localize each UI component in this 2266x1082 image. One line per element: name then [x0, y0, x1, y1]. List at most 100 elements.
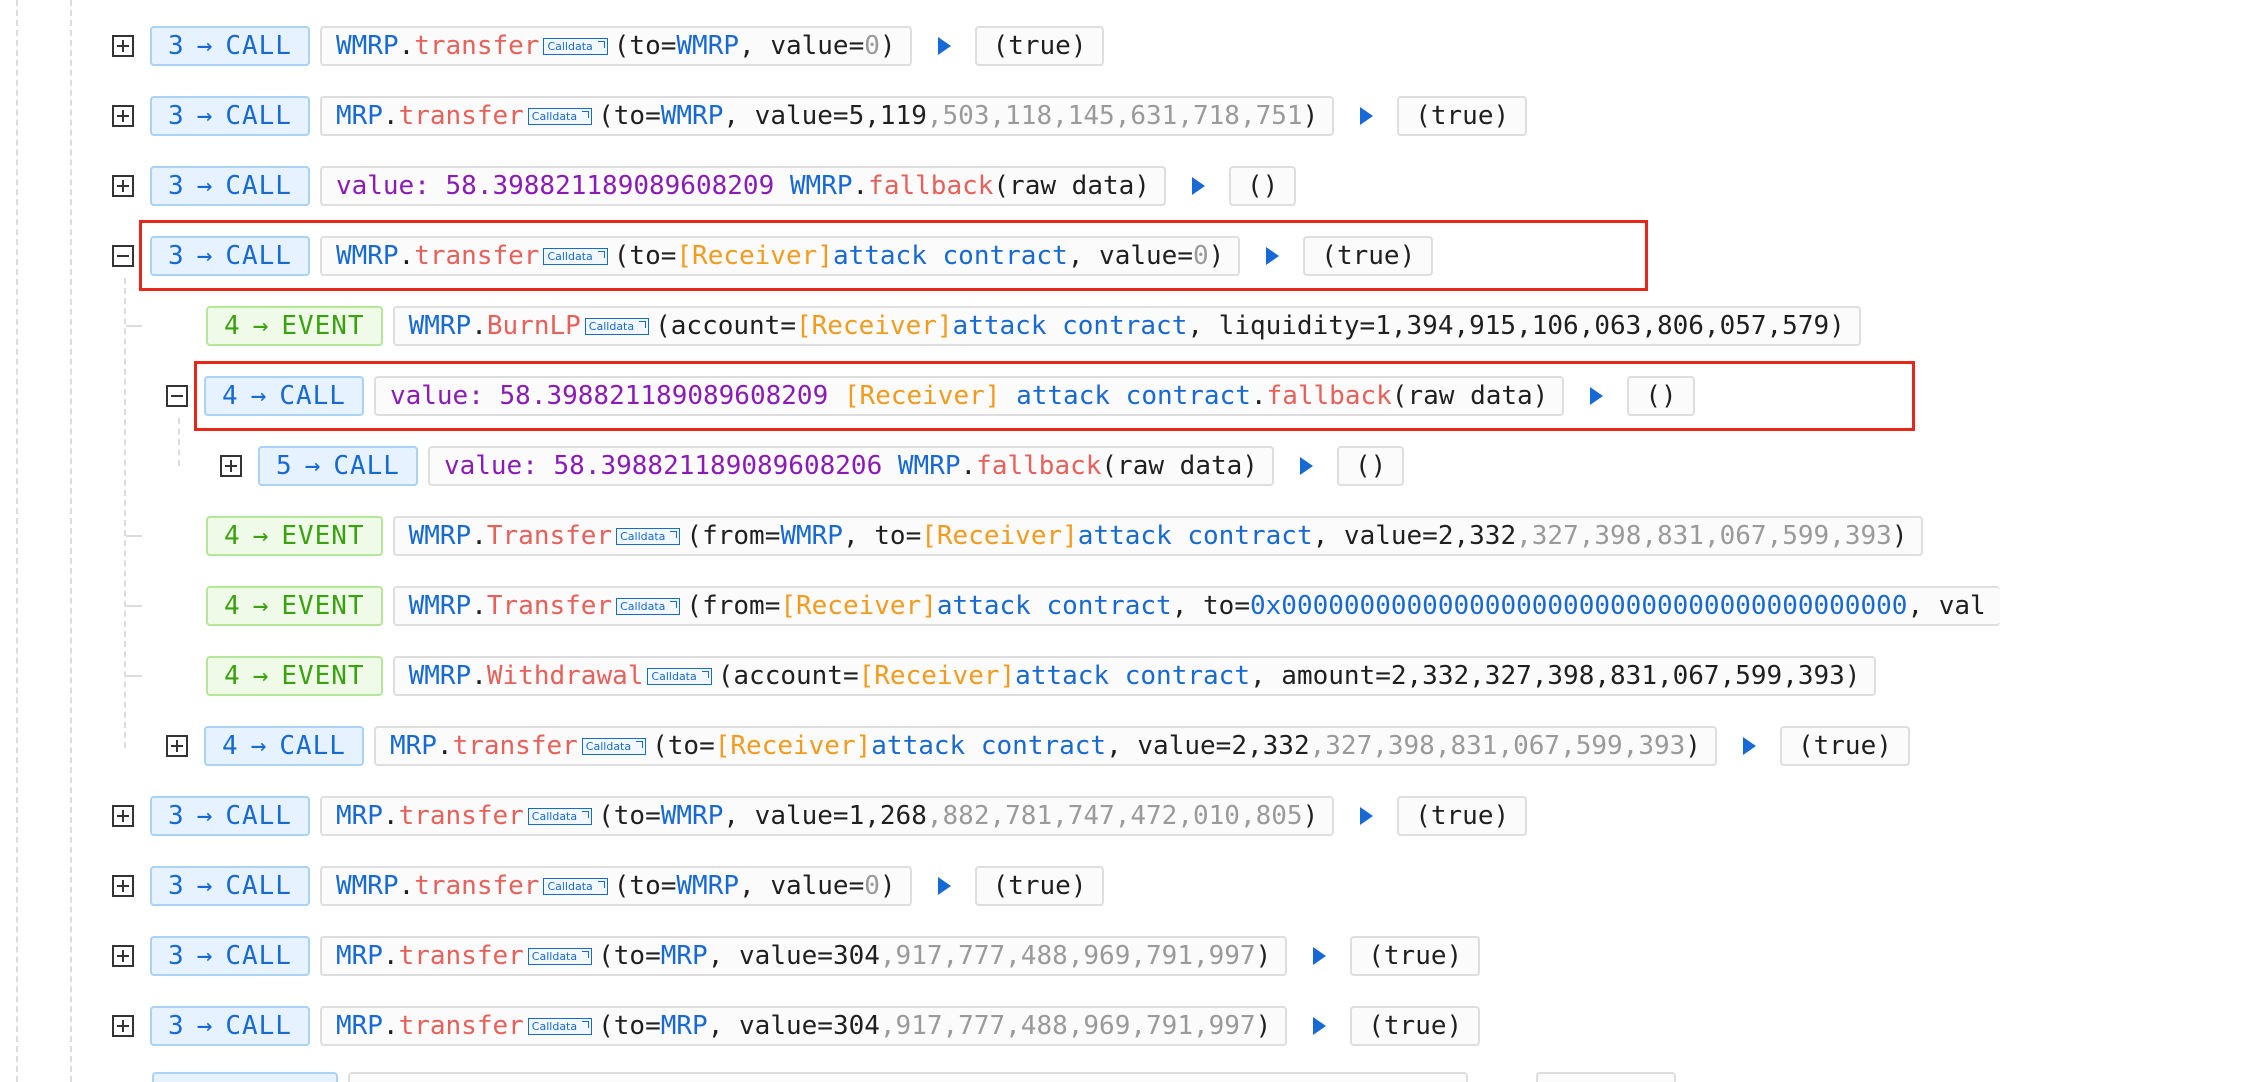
expand-toggle[interactable] [112, 1015, 134, 1037]
call-summary[interactable]: WMRP. transfer Calldata (to= WMRP, value= 0) [319, 26, 912, 66]
contract-link[interactable]: WMRP [336, 871, 399, 901]
event-summary[interactable]: WMRP. Transfer Calldata (from= WMRP, to= [Rec… [392, 516, 1924, 556]
play-icon[interactable] [1742, 737, 1756, 755]
calldata-link-icon[interactable]: Calldata [584, 317, 650, 335]
contract-link[interactable]: MRP [390, 731, 437, 761]
method-name[interactable]: transfer [399, 941, 524, 971]
contract-link[interactable]: WMRP [898, 451, 961, 481]
calldata-link-icon[interactable]: Calldata [527, 807, 593, 825]
address-link[interactable]: WMRP [780, 521, 843, 551]
address-link[interactable]: attack contract [953, 311, 1188, 341]
expand-toggle[interactable] [112, 175, 134, 197]
expand-toggle[interactable] [112, 945, 134, 967]
call-depth-badge: 5 → CALL [258, 446, 418, 486]
call-summary[interactable]: WMRP. transfer Calldata (to= WMRP, value= 0) [319, 866, 912, 906]
contract-link[interactable]: WMRP [790, 171, 853, 201]
contract-link[interactable]: WMRP [409, 591, 472, 621]
play-icon[interactable] [937, 37, 951, 55]
call-trace-tree: 3 → CALL WMRP. transfer Calldata (to= WMRP, va… [0, 0, 2266, 1082]
event-summary[interactable]: WMRP. BurnLP Calldata (account= [Receiver] at… [392, 306, 1861, 346]
call-summary[interactable]: MRP. transfer Calldata (to= MRP, value= 304,9… [319, 1006, 1288, 1046]
expand-toggle[interactable] [112, 105, 134, 127]
address-link[interactable]: MRP [661, 1011, 708, 1041]
address-link[interactable]: WMRP [676, 31, 739, 61]
tree-guide-line [124, 278, 126, 748]
contract-link[interactable]: WMRP [409, 521, 472, 551]
trace-row: 3 → CALL MRP. transfer Calldata (to= MRP, valu… [112, 934, 1481, 978]
trace-row: 4 → CALL MRP. transfer Calldata (to= [Receiver… [166, 724, 1910, 768]
contract-link[interactable]: MRP [336, 941, 383, 971]
calldata-link-icon[interactable]: Calldata [543, 877, 608, 895]
calldata-link-icon[interactable]: Calldata [527, 1017, 593, 1035]
play-icon[interactable] [1191, 177, 1205, 195]
expand-toggle[interactable] [112, 805, 134, 827]
method-name[interactable]: transfer [414, 871, 539, 901]
event-summary[interactable]: WMRP. Withdrawal Calldata (account= [Receive… [392, 656, 1877, 696]
method-name[interactable]: transfer [399, 101, 524, 131]
address-link[interactable]: attack contract [1015, 661, 1250, 691]
collapse-toggle[interactable] [166, 385, 188, 407]
call-summary[interactable]: MRP. transfer Calldata (to= [Receiver] attack… [373, 726, 1717, 766]
tree-guide-line [70, 0, 72, 1082]
event-name[interactable]: Transfer [487, 591, 612, 621]
event-summary[interactable]: WMRP. Transfer Calldata (from= [Receiver] att… [392, 586, 2000, 626]
calldata-link-icon[interactable]: Calldata [647, 667, 712, 685]
address-link[interactable]: WMRP [661, 101, 724, 131]
call-depth-badge: 3 → CALL [150, 26, 310, 66]
address-link[interactable]: WMRP [676, 871, 739, 901]
expand-toggle[interactable] [166, 735, 188, 757]
event-name[interactable]: BurnLP [487, 311, 581, 341]
expand-toggle[interactable] [112, 35, 134, 57]
expand-toggle[interactable] [220, 455, 242, 477]
method-name[interactable]: fallback [976, 451, 1101, 481]
method-name[interactable]: fallback [868, 171, 993, 201]
method-name[interactable]: transfer [399, 1011, 524, 1041]
contract-link[interactable]: WMRP [336, 31, 399, 61]
address-link[interactable]: MRP [661, 941, 708, 971]
zero-address-link[interactable]: 0x00000000000000000000000000000000000000… [1250, 591, 1907, 621]
play-icon[interactable] [1313, 947, 1327, 965]
play-icon[interactable] [1360, 807, 1374, 825]
call-summary[interactable]: MRP. transfer Calldata (to= WMRP, value= 5,11… [319, 96, 1335, 136]
tree-branch-line [126, 535, 142, 537]
address-link[interactable]: WMRP [661, 801, 724, 831]
method-name[interactable]: transfer [453, 731, 578, 761]
address-link[interactable]: attack contract [871, 731, 1106, 761]
method-name[interactable]: transfer [414, 31, 539, 61]
call-summary[interactable]: value: 58.398821189089608209 WMRP. fallba… [319, 166, 1166, 206]
event-depth-badge: 4 → EVENT [206, 656, 383, 696]
contract-link[interactable]: MRP [336, 101, 383, 131]
collapse-toggle[interactable] [112, 245, 134, 267]
highlight-box [139, 220, 1648, 291]
return-value: (true) [1397, 96, 1528, 136]
play-icon[interactable] [1360, 107, 1374, 125]
calldata-link-icon[interactable]: Calldata [543, 37, 608, 55]
play-icon[interactable] [1313, 1017, 1327, 1035]
play-icon[interactable] [937, 877, 951, 895]
contract-link[interactable]: WMRP [409, 311, 472, 341]
call-summary[interactable]: value: 58.398821189089608206 WMRP. fallba… [427, 446, 1274, 486]
contract-link[interactable]: MRP [336, 1011, 383, 1041]
expand-toggle[interactable] [112, 875, 134, 897]
play-icon[interactable] [1299, 457, 1313, 475]
address-link[interactable]: attack contract [1078, 521, 1313, 551]
contract-link[interactable]: MRP [336, 801, 383, 831]
method-name[interactable]: transfer [399, 801, 524, 831]
address-link[interactable]: attack contract [937, 591, 1172, 621]
calldata-link-icon[interactable]: Calldata [527, 947, 593, 965]
trace-row: 3 → CALL MRP. transfer Calldata (to= WMRP, val… [112, 794, 1528, 838]
contract-link[interactable]: WMRP [409, 661, 472, 691]
event-depth-badge: 4 → EVENT [206, 586, 383, 626]
calldata-link-icon[interactable]: Calldata [527, 107, 593, 125]
call-summary[interactable]: MRP. transfer Calldata (to= WMRP, value= 1,26… [319, 796, 1335, 836]
event-name[interactable]: Transfer [487, 521, 612, 551]
receiver-tag: [Receiver] [780, 591, 937, 621]
trace-row: 3 → CALL MRP. transfer Calldata (to= WMRP, val… [112, 94, 1528, 138]
trace-row: 4 → EVENT WMRP. BurnLP Calldata (account= [Rec… [206, 304, 1861, 348]
calldata-link-icon[interactable]: Calldata [616, 597, 681, 615]
call-depth-badge: 3 → CALL [150, 1006, 310, 1046]
calldata-link-icon[interactable]: Calldata [581, 737, 647, 755]
event-name[interactable]: Withdrawal [487, 661, 644, 691]
calldata-link-icon[interactable]: Calldata [616, 527, 681, 545]
call-summary[interactable]: MRP. transfer Calldata (to= MRP, value= 304,9… [319, 936, 1288, 976]
